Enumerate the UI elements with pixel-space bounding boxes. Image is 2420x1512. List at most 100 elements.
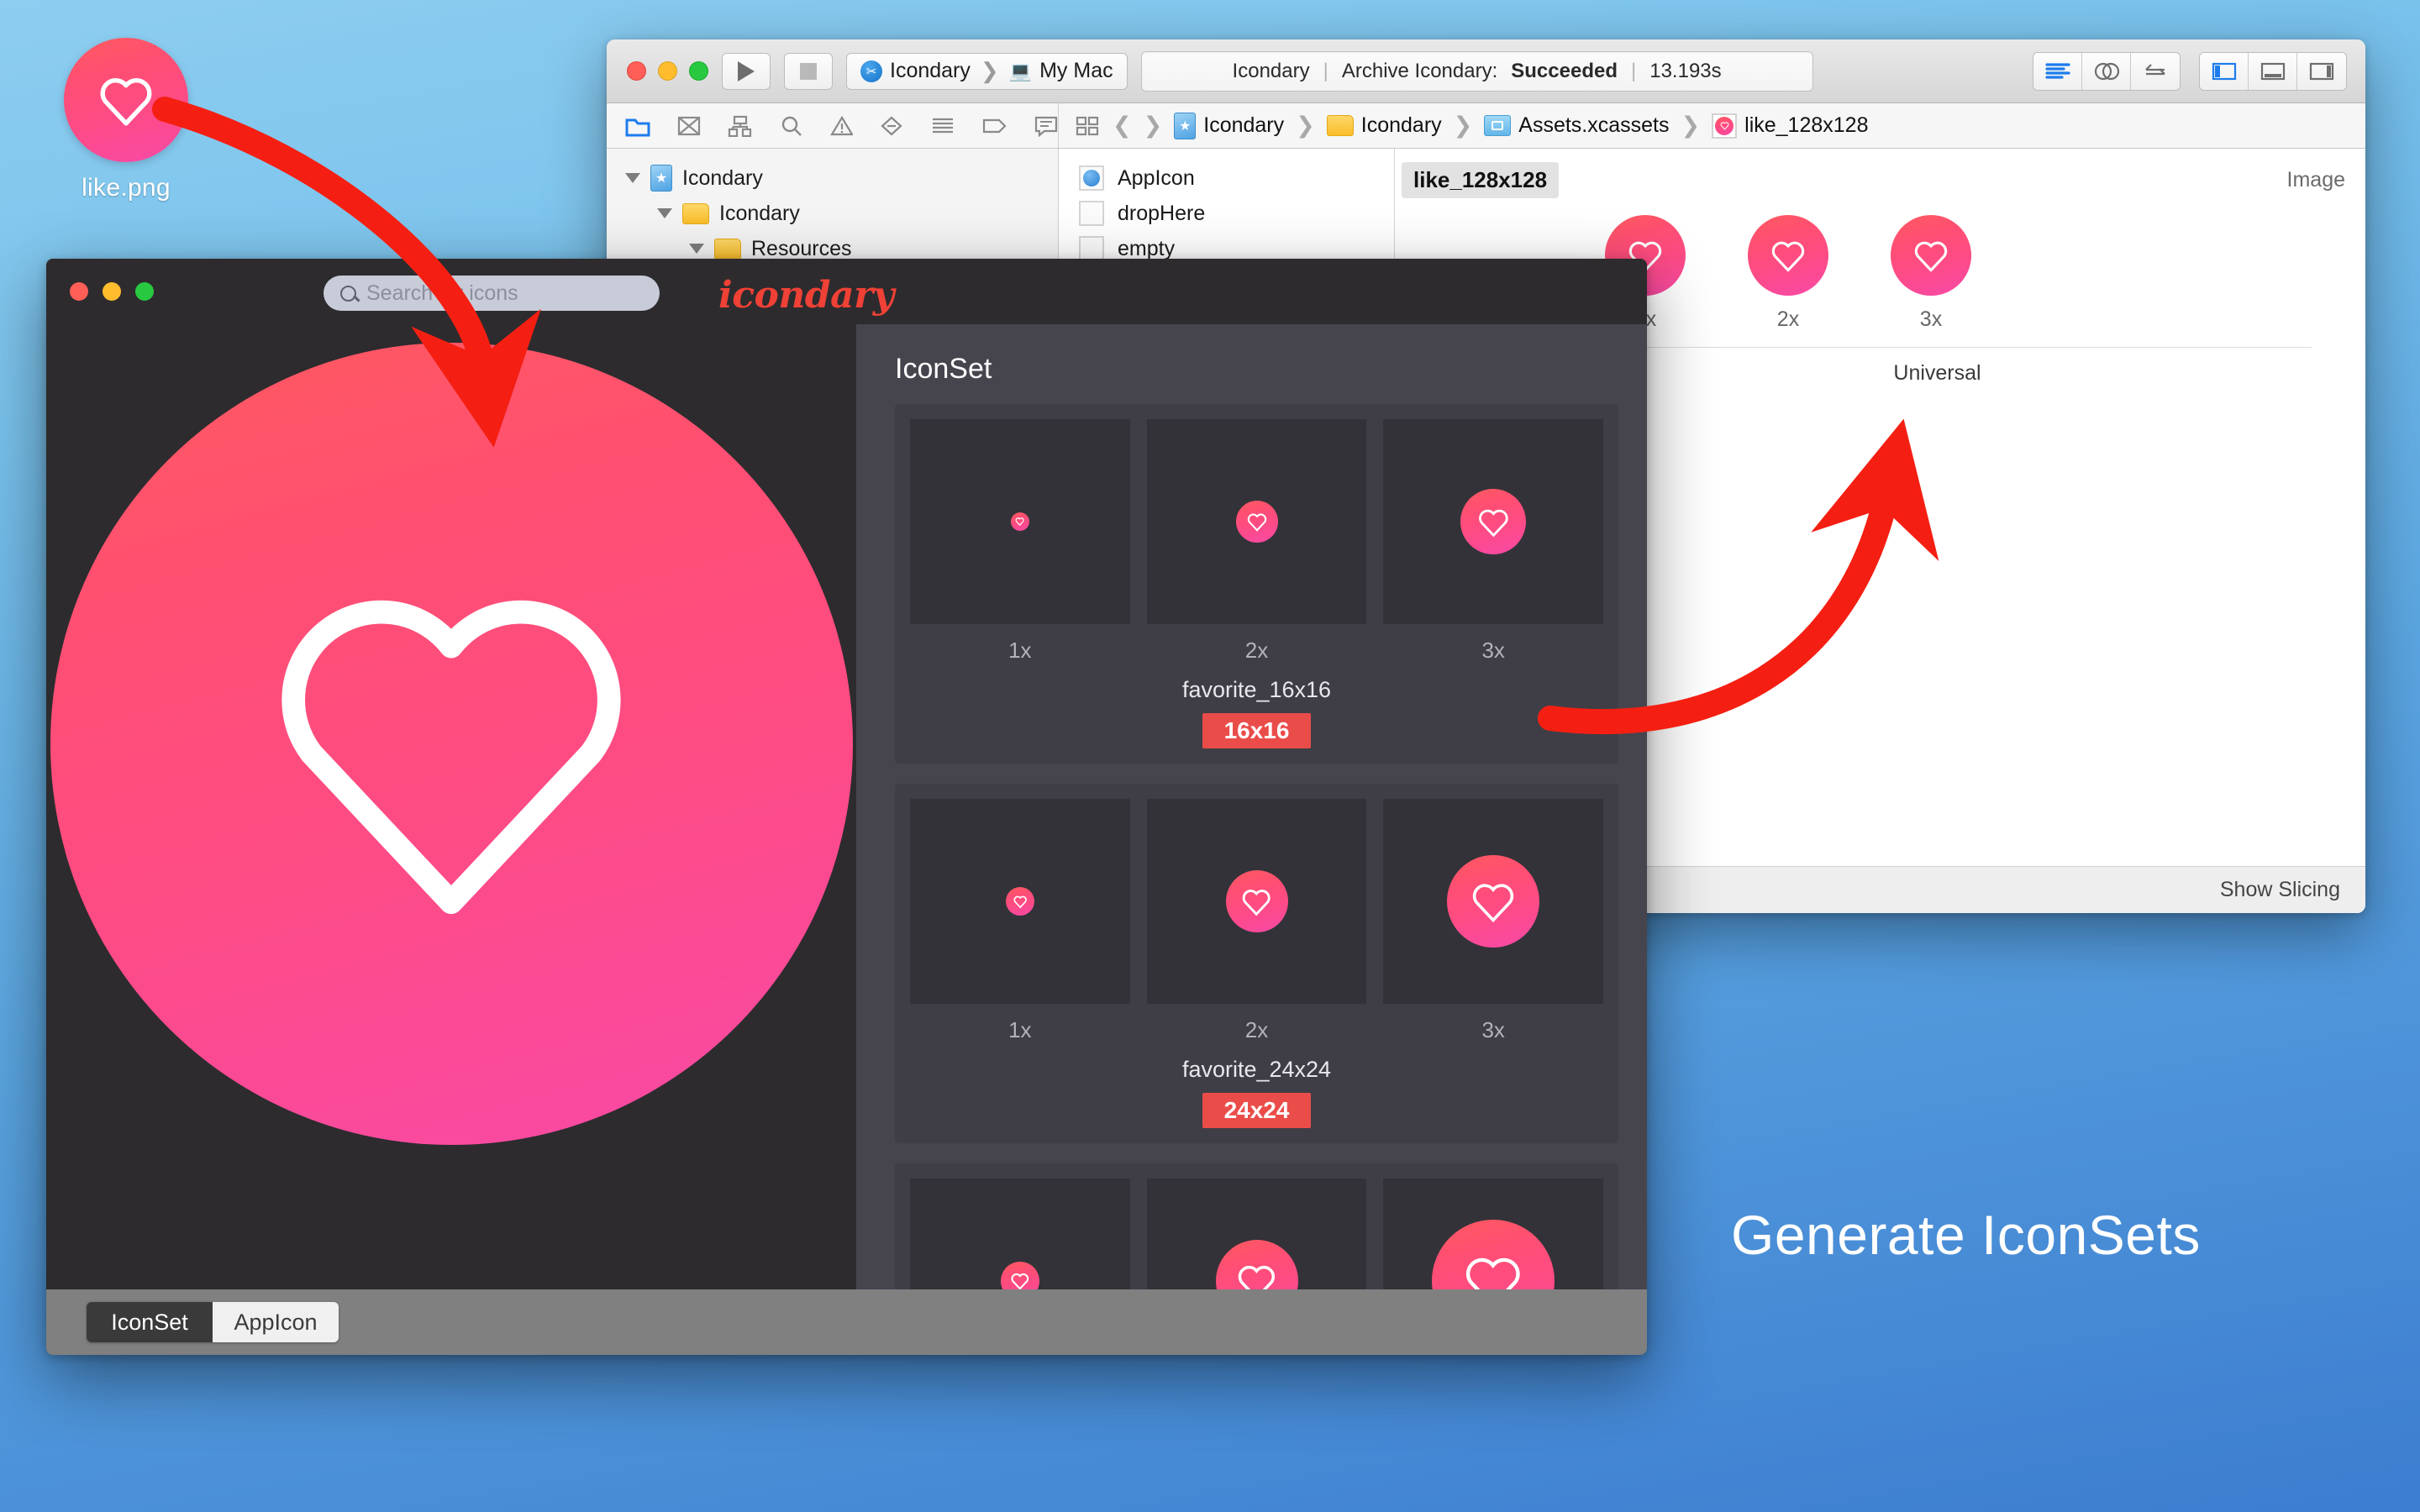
scheme-name: Icondary <box>890 59 971 82</box>
close-button[interactable] <box>627 61 646 81</box>
breadcrumb-project[interactable]: ★ Icondary <box>1174 112 1284 139</box>
tab-appicon[interactable]: AppIcon <box>213 1302 339 1342</box>
breadcrumb-xcassets[interactable]: Assets.xcassets <box>1484 113 1670 138</box>
desktop-file-like-png[interactable]: like.png <box>52 38 200 202</box>
debug-toggle-icon[interactable] <box>2249 52 2297 90</box>
icondary-main: IconSet 1x 2x 3x favorite_16x16 16x16 1x… <box>46 324 1647 1289</box>
window-controls[interactable] <box>622 61 708 81</box>
iconset-size-badge[interactable]: 24x24 <box>1202 1093 1312 1128</box>
tab-iconset[interactable]: IconSet <box>87 1302 213 1342</box>
nav-item-label: Resources <box>751 236 852 260</box>
iconset-tile-1x[interactable] <box>910 799 1130 1004</box>
asset-editor-header: like_128x128 Image <box>1395 149 2365 198</box>
iconset-card[interactable]: 1x 2x 3x favorite_24x24 24x24 <box>895 784 1618 1143</box>
nav-item-label: Icondary <box>682 165 763 190</box>
iconset-tile-3x[interactable] <box>1383 1179 1604 1289</box>
xcode-titlebar: ✂ Icondary ❯ 💻 My Mac Icondary | Archive… <box>607 39 2365 103</box>
editor-mode-group[interactable] <box>2033 51 2181 91</box>
chevron-right-icon[interactable]: ❯ <box>1144 113 1163 139</box>
nav-item-project[interactable]: ★ Icondary <box>607 160 1058 196</box>
jump-bar[interactable]: ❮ ❯ ★ Icondary ❯ Icondary ❯ Assets.xcass… <box>1059 103 2365 148</box>
iconset-tile-1x[interactable] <box>910 1179 1130 1289</box>
related-items-icon[interactable] <box>1076 115 1101 137</box>
icon-preview-pane[interactable] <box>46 324 856 1289</box>
iconset-tile-2x[interactable] <box>1146 419 1367 624</box>
scheme-selector[interactable]: ✂ Icondary ❯ 💻 My Mac <box>846 52 1128 90</box>
icondary-window[interactable]: Search for icons icondary IconSet 1x 2x … <box>46 259 1647 1355</box>
minimize-button[interactable] <box>658 61 677 81</box>
search-input[interactable]: Search for icons <box>324 276 660 311</box>
show-slicing-label: Show Slicing <box>2219 878 2340 901</box>
scale-label: 2x <box>1244 1017 1269 1042</box>
asset-slot-2x[interactable]: 2x <box>1748 215 1828 332</box>
iconset-tile-3x[interactable] <box>1383 799 1604 1004</box>
symbol-icon[interactable] <box>728 115 753 137</box>
heart-icon <box>64 38 188 162</box>
mode-tab-group[interactable]: IconSet AppIcon <box>87 1302 339 1342</box>
utilities-toggle-icon[interactable] <box>2297 52 2346 90</box>
laptop-icon: 💻 <box>1008 60 1033 81</box>
empty-thumb-icon <box>1079 201 1104 226</box>
asset-list-item-appicon[interactable]: AppIcon <box>1059 160 1394 196</box>
warning-icon[interactable] <box>829 115 854 137</box>
iconset-card[interactable]: 1x 2x 3x favorite_16x16 16x16 <box>895 404 1618 764</box>
heart-icon <box>1225 870 1288 932</box>
iconset-tile-3x[interactable] <box>1383 419 1604 624</box>
search-placeholder: Search for icons <box>366 281 518 305</box>
scale-label: 3x <box>1481 1017 1505 1042</box>
breadcrumb-group[interactable]: Icondary <box>1326 113 1442 138</box>
iconset-name: favorite_24x24 <box>1181 1057 1332 1082</box>
icondary-logo: icondary <box>718 274 894 317</box>
chevron-left-icon[interactable]: ❮ <box>1113 113 1132 139</box>
version-editor-icon[interactable] <box>2131 52 2180 90</box>
disclosure-triangle-icon[interactable] <box>657 208 672 218</box>
asset-slot-3x[interactable]: 3x <box>1891 215 1971 332</box>
view-toggle-group[interactable] <box>2199 51 2347 91</box>
iconset-tile-2x[interactable] <box>1146 1179 1367 1289</box>
status-bar[interactable]: Icondary | Archive Icondary: Succeeded |… <box>1140 50 1813 92</box>
breakpoint-icon[interactable] <box>982 115 1007 137</box>
assistant-editor-icon[interactable] <box>2082 52 2131 90</box>
disclosure-triangle-icon[interactable] <box>625 173 640 183</box>
search-icon[interactable] <box>780 115 803 137</box>
debug-icon[interactable] <box>930 115 955 137</box>
iconset-size-badge[interactable]: 16x16 <box>1202 713 1312 748</box>
run-button[interactable] <box>722 52 771 90</box>
iconset-badge-wrap: 16x16 <box>910 713 1603 748</box>
iconset-name: favorite_16x16 <box>1181 677 1332 702</box>
icondary-titlebar: Search for icons icondary <box>46 259 1647 324</box>
status-result: Succeeded <box>1511 59 1618 82</box>
asset-list-item-drophere[interactable]: dropHere <box>1059 196 1394 231</box>
iconset-panel[interactable]: IconSet 1x 2x 3x favorite_16x16 16x16 1x… <box>856 324 1647 1289</box>
heart-icon <box>1010 512 1029 531</box>
iconset-tile-2x[interactable] <box>1146 799 1367 1004</box>
asset-list-label: dropHere <box>1118 201 1206 225</box>
breadcrumb-label: Assets.xcassets <box>1518 113 1670 137</box>
tab-label: IconSet <box>111 1309 188 1335</box>
source-control-icon[interactable] <box>677 115 701 137</box>
window-controls[interactable] <box>46 282 154 301</box>
heart-icon <box>1748 215 1828 296</box>
breadcrumb-asset[interactable]: like_128x128 <box>1712 113 1868 139</box>
stop-button[interactable] <box>784 52 833 90</box>
scale-label: 3x <box>1919 307 1943 331</box>
heart-icon <box>50 343 853 1145</box>
iconset-card[interactable]: 1x 2x 3x <box>895 1163 1618 1289</box>
standard-editor-icon[interactable] <box>2033 52 2082 90</box>
report-icon[interactable] <box>1034 115 1058 137</box>
disclosure-triangle-icon[interactable] <box>689 244 704 254</box>
caption-text: Generate IconSets <box>1731 1204 2201 1266</box>
test-icon[interactable] <box>880 115 903 137</box>
navigator-toggle-icon[interactable] <box>2200 52 2249 90</box>
close-button[interactable] <box>70 282 88 301</box>
zoom-button[interactable] <box>689 61 708 81</box>
nav-item-group[interactable]: Icondary <box>607 196 1058 231</box>
folder-icon[interactable] <box>625 115 650 137</box>
navigator-tab-bar[interactable] <box>607 103 1059 148</box>
status-divider: | <box>1323 59 1328 82</box>
zoom-button[interactable] <box>135 282 154 301</box>
status-divider-2: | <box>1631 59 1637 82</box>
minimize-button[interactable] <box>103 282 121 301</box>
asset-set-name: like_128x128 <box>1402 162 1560 198</box>
iconset-tile-1x[interactable] <box>910 419 1130 624</box>
